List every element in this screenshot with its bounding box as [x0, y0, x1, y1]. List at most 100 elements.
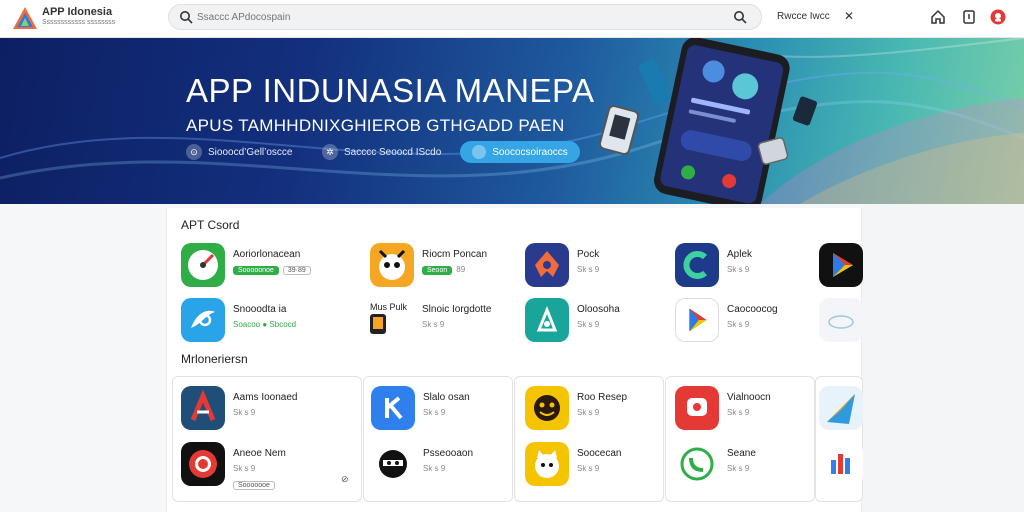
app-prefix: Mus Pulk: [370, 302, 408, 312]
app-item[interactable]: Seane Sk s 9: [675, 442, 815, 488]
app-item[interactable]: Aplek Sk s 9: [675, 243, 815, 289]
app-meta: Sk s 9: [577, 320, 600, 329]
top-nav-link[interactable]: Rwcce Iwcc: [777, 11, 830, 22]
tablet-icon: [370, 314, 386, 334]
app-item[interactable]: Psseooaon Sk s 9: [371, 442, 511, 488]
app-name: Seane: [727, 448, 756, 459]
smile-icon: [525, 386, 569, 430]
app-item[interactable]: Soocecan Sk s 9: [525, 442, 665, 488]
hero-cta-label: Soococsoiraoccs: [492, 146, 568, 158]
app-tag: 89: [456, 265, 466, 274]
more-icon[interactable]: ⊘: [341, 474, 349, 485]
app-logo-icon[interactable]: [12, 6, 38, 30]
home-icon[interactable]: [930, 9, 946, 25]
play-store-icon: [819, 243, 863, 287]
app-item[interactable]: Oloosoha Sk s 9: [525, 298, 665, 344]
app-badge: Seoon: [422, 266, 453, 275]
brand-subtitle: Ssssssssssss ssssssss: [42, 19, 116, 26]
top-bar: APP Idonesia Ssssssssssss ssssssss Rwcce…: [0, 0, 1024, 38]
phone-illustration: [598, 38, 818, 204]
k-logo-icon: [371, 386, 415, 430]
brand[interactable]: APP Idonesia Ssssssssssss ssssssss: [42, 6, 115, 28]
app-name: Aplek: [727, 249, 753, 260]
app-meta: Sk s 9: [423, 464, 446, 473]
app-name: Slalo osan: [423, 392, 470, 403]
app-item[interactable]: Vialnoocn Sk s 9: [675, 386, 815, 432]
hero-feature-2-label: Sacccc Seoocd IScdo: [344, 146, 442, 158]
app-item[interactable]: Pock Sk s 9: [525, 243, 665, 289]
hero-feature-1[interactable]: ⊙ Siooocd’Gell’oscce: [186, 141, 293, 163]
content-panel: APT Csord Aoriorlonacean Sooooonoe 39·89 …: [166, 208, 863, 512]
app-meta: Sk s 9: [233, 464, 255, 473]
app-item[interactable]: [819, 442, 863, 488]
gauge-icon: [181, 243, 225, 287]
cta-icon: [472, 145, 487, 159]
download-icon[interactable]: [961, 9, 977, 25]
app-name: Psseooaon: [423, 448, 474, 459]
app-item[interactable]: Aneoe Nem Sk s 9 Sooooooe ⊘: [181, 442, 351, 490]
cloud-icon: [819, 298, 863, 342]
profile-icon[interactable]: [990, 9, 1006, 25]
app-badge: Sooooooe: [233, 481, 275, 490]
right-background: [862, 204, 1024, 512]
hero-feature-2[interactable]: ✲ Sacccc Seoocd IScdo: [322, 141, 441, 163]
app-item[interactable]: Mus Pulk Slnoic Iorgdotte Sk s 9: [370, 298, 520, 344]
gear-icon: ✲: [322, 144, 338, 160]
app-badge: Sooooonoe: [233, 266, 279, 275]
app-meta: Sk s 9: [727, 265, 750, 274]
play-icon: [675, 298, 719, 342]
app-meta: Sk s 9: [233, 408, 256, 417]
app-name: Snooodta ia: [233, 304, 287, 315]
app-meta: Sk s 9: [577, 464, 600, 473]
app-name: Pock: [577, 249, 600, 260]
app-meta: Soacoo ● Sbcocd: [233, 320, 297, 329]
app-item[interactable]: [819, 386, 863, 432]
hero-subtitle: APUS TAMHHDNIXGHIEROB GTHGADD PAEN: [186, 116, 565, 135]
hero-banner: APP INDUNASIA MANEPA APUS TAMHHDNIXGHIER…: [0, 38, 1024, 204]
app-item[interactable]: Snooodta ia Soacoo ● Sbcocd: [181, 298, 331, 344]
section-title-2: Mrloneriersn: [181, 352, 248, 366]
close-icon[interactable]: ✕: [844, 9, 854, 23]
app-item[interactable]: [819, 298, 863, 344]
dragon-icon: [525, 243, 569, 287]
app-name: Oloosoha: [577, 304, 620, 315]
app-name: Aneoe Nem: [233, 448, 286, 459]
app-meta: Sk s 9: [577, 265, 600, 274]
app-item[interactable]: Caocoocog Sk s 9: [675, 298, 815, 344]
app-meta: Sk s 9: [422, 320, 445, 329]
app-meta: Sk s 9: [577, 408, 600, 417]
app-item[interactable]: Riocm Poncan Seoon 89: [370, 243, 520, 289]
app-item[interactable]: Aams Ioonaed Sk s 9: [181, 386, 351, 432]
app-item[interactable]: Roo Resep Sk s 9: [525, 386, 665, 432]
section-title-1: APT Csord: [181, 218, 240, 232]
app-meta: Sk s 9: [727, 464, 750, 473]
app-name: Soocecan: [577, 448, 622, 459]
app-meta-text: Sk s 9: [233, 464, 256, 473]
app-item[interactable]: [819, 243, 863, 289]
search-input[interactable]: [197, 9, 677, 26]
app-item[interactable]: Aoriorlonacean Sooooonoe 39·89: [181, 243, 331, 289]
phone-ring-icon: [675, 442, 719, 486]
leaf-icon: [525, 298, 569, 342]
search-icon: [180, 11, 193, 24]
app-name: Caocoocog: [727, 304, 778, 315]
info-icon: ⊙: [186, 144, 202, 160]
app-tag: 39·89: [282, 266, 311, 275]
app-meta: Sooooonoe 39·89: [233, 265, 311, 275]
app-item[interactable]: Slalo osan Sk s 9: [371, 386, 511, 432]
bars-icon: [819, 442, 863, 486]
hero-cta-button[interactable]: Soococsoiraoccs: [460, 141, 580, 163]
mascot-icon: [370, 243, 414, 287]
c-logo-icon: [675, 243, 719, 287]
cat-icon: [525, 442, 569, 486]
search-submit-icon[interactable]: [733, 10, 747, 24]
app-name: Slnoic Iorgdotte: [422, 304, 492, 315]
record-icon: [181, 442, 225, 486]
app-name: Riocm Poncan: [422, 249, 488, 260]
chat-icon: [675, 386, 719, 430]
hero-title: APP INDUNASIA MANEPA: [186, 72, 595, 109]
app-name: Vialnoocn: [727, 392, 771, 403]
search-bar[interactable]: [168, 4, 762, 30]
app-meta: Sk s 9: [423, 408, 446, 417]
app-meta: Seoon 89: [422, 265, 465, 275]
